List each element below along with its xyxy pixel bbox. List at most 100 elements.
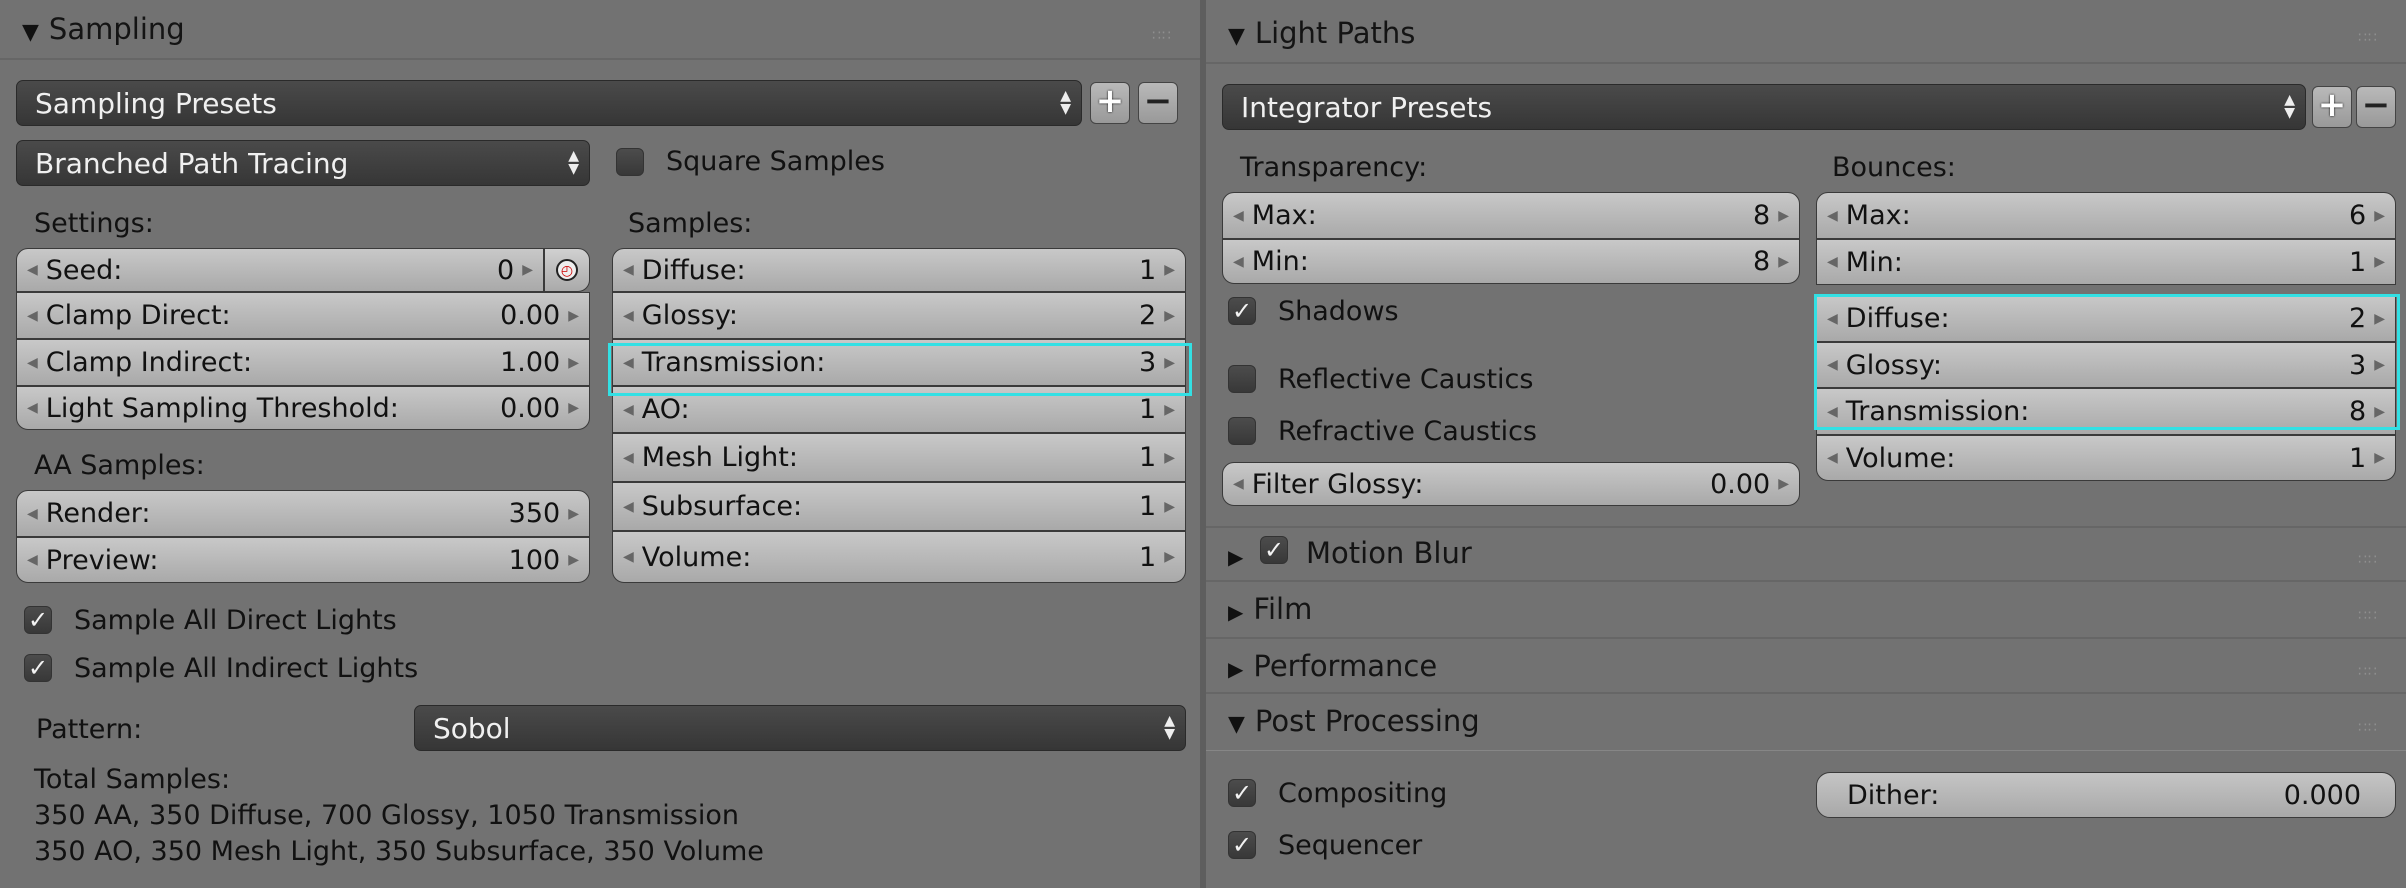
mesh-light-samples-field[interactable]: ◀ Mesh Light: 1 ▶: [612, 433, 1186, 482]
field-value: 1: [2349, 442, 2367, 474]
light-sampling-threshold-field[interactable]: ◀ Light Sampling Threshold: 0.00 ▶: [16, 386, 590, 430]
post-processing-panel-header[interactable]: ▼ Post Processing: [1228, 704, 1480, 738]
increment-arrow-icon[interactable]: ▶: [1778, 254, 1789, 270]
sample-all-indirect-checkbox[interactable]: ✓: [24, 654, 52, 682]
clamp-direct-field[interactable]: ◀ Clamp Direct: 0.00 ▶: [16, 292, 590, 339]
compositing-checkbox[interactable]: ✓: [1228, 779, 1256, 807]
decrement-arrow-icon[interactable]: ◀: [27, 400, 38, 416]
expand-triangle-icon: ▼: [1228, 712, 1245, 737]
decrement-arrow-icon[interactable]: ◀: [1233, 254, 1244, 270]
add-preset-button[interactable]: +: [2312, 86, 2352, 128]
decrement-arrow-icon[interactable]: ◀: [623, 262, 634, 278]
add-preset-button[interactable]: +: [1090, 82, 1130, 124]
aa-preview-field[interactable]: ◀ Preview: 100 ▶: [16, 537, 590, 583]
collapse-triangle-icon: ▶: [1228, 545, 1244, 569]
volume-samples-field[interactable]: ◀ Volume: 1 ▶: [612, 531, 1186, 583]
transparency-min-field[interactable]: ◀ Min: 8 ▶: [1222, 239, 1800, 284]
sequencer-label: Sequencer: [1278, 830, 1423, 861]
drag-grip-icon[interactable]: ∷∷: [1152, 28, 1172, 44]
increment-arrow-icon[interactable]: ▶: [1164, 499, 1175, 515]
sampling-presets-menu[interactable]: Sampling Presets ▲ ▼: [16, 80, 1082, 126]
square-samples-checkbox[interactable]: [616, 148, 644, 176]
field-name: Mesh Light:: [641, 442, 798, 473]
bounces-max-field[interactable]: ◀ Max: 6 ▶: [1816, 192, 2396, 239]
increment-arrow-icon[interactable]: ▶: [568, 355, 579, 371]
aa-render-field[interactable]: ◀ Render: 350 ▶: [16, 490, 590, 537]
decrement-arrow-icon[interactable]: ◀: [623, 308, 634, 324]
field-value: 2: [1139, 300, 1157, 331]
drag-grip-icon[interactable]: ∷∷: [2358, 552, 2378, 568]
bounces-volume-field[interactable]: ◀ Volume: 1 ▶: [1816, 435, 2396, 481]
presets-label: Integrator Presets: [1241, 90, 1493, 124]
bounces-min-field[interactable]: ◀ Min: 1 ▶: [1816, 239, 2396, 285]
field-value: 1: [1139, 254, 1157, 286]
sampling-panel-header[interactable]: ▼ Sampling: [22, 12, 185, 46]
sample-all-direct-checkbox[interactable]: ✓: [24, 606, 52, 634]
increment-arrow-icon[interactable]: ▶: [1164, 450, 1175, 466]
field-value: 0.000: [2283, 779, 2361, 811]
increment-arrow-icon[interactable]: ▶: [568, 400, 579, 416]
field-name: Filter Glossy:: [1251, 468, 1424, 500]
decrement-arrow-icon[interactable]: ◀: [27, 262, 38, 278]
drag-grip-icon[interactable]: ∷∷: [2358, 608, 2378, 624]
decrement-arrow-icon[interactable]: ◀: [1827, 450, 1838, 466]
motion-blur-checkbox[interactable]: ✓: [1260, 536, 1288, 564]
diffuse-samples-field[interactable]: ◀ Diffuse: 1 ▶: [612, 248, 1186, 292]
filter-glossy-field[interactable]: ◀ Filter Glossy: 0.00 ▶: [1222, 462, 1800, 506]
clamp-indirect-field[interactable]: ◀ Clamp Indirect: 1.00 ▶: [16, 339, 590, 386]
increment-arrow-icon[interactable]: ▶: [2374, 254, 2385, 270]
seed-field[interactable]: ◀ Seed: 0 ▶: [16, 248, 544, 292]
decrement-arrow-icon[interactable]: ◀: [623, 499, 634, 515]
increment-arrow-icon[interactable]: ▶: [1778, 476, 1789, 492]
field-name: Min:: [1845, 246, 1903, 278]
increment-arrow-icon[interactable]: ▶: [1164, 402, 1175, 418]
increment-arrow-icon[interactable]: ▶: [568, 552, 579, 568]
reflective-caustics-checkbox[interactable]: [1228, 365, 1256, 393]
performance-panel-header[interactable]: ▶ Performance: [1228, 649, 1437, 683]
motion-blur-panel-header[interactable]: ▶: [1228, 537, 1253, 571]
decrement-arrow-icon[interactable]: ◀: [1233, 476, 1244, 492]
field-name: Min:: [1251, 246, 1309, 277]
pattern-dropdown[interactable]: Sobol ▲ ▼: [414, 705, 1186, 751]
dither-slider[interactable]: Dither: 0.000: [1816, 772, 2396, 818]
panel-separator: [1206, 692, 2406, 694]
panel-separator: [1206, 637, 2406, 639]
increment-arrow-icon[interactable]: ▶: [568, 308, 579, 324]
drag-grip-icon[interactable]: ∷∷: [2358, 30, 2378, 46]
subsurface-samples-field[interactable]: ◀ Subsurface: 1 ▶: [612, 482, 1186, 531]
decrement-arrow-icon[interactable]: ◀: [27, 308, 38, 324]
increment-arrow-icon[interactable]: ▶: [522, 262, 533, 278]
transparency-max-field[interactable]: ◀ Max: 8 ▶: [1222, 192, 1800, 239]
decrement-arrow-icon[interactable]: ◀: [623, 450, 634, 466]
decrement-arrow-icon[interactable]: ◀: [27, 355, 38, 371]
drag-grip-icon[interactable]: ∷∷: [2358, 664, 2378, 680]
decrement-arrow-icon[interactable]: ◀: [27, 552, 38, 568]
remove-preset-button[interactable]: −: [2356, 86, 2396, 128]
increment-arrow-icon[interactable]: ▶: [1164, 308, 1175, 324]
integrator-presets-menu[interactable]: Integrator Presets ▲ ▼: [1222, 84, 2306, 130]
increment-arrow-icon[interactable]: ▶: [1164, 262, 1175, 278]
glossy-samples-field[interactable]: ◀ Glossy: 2 ▶: [612, 292, 1186, 339]
compositing-label: Compositing: [1278, 778, 1448, 809]
seed-timer-button[interactable]: ◴: [544, 248, 590, 292]
decrement-arrow-icon[interactable]: ◀: [27, 506, 38, 522]
refractive-caustics-checkbox[interactable]: [1228, 417, 1256, 445]
decrement-arrow-icon[interactable]: ◀: [1827, 208, 1838, 224]
decrement-arrow-icon[interactable]: ◀: [1233, 208, 1244, 224]
drag-grip-icon[interactable]: ∷∷: [2358, 720, 2378, 736]
remove-preset-button[interactable]: −: [1138, 82, 1178, 124]
increment-arrow-icon[interactable]: ▶: [568, 506, 579, 522]
light-paths-panel-header[interactable]: ▼ Light Paths: [1228, 16, 1415, 50]
film-panel-header[interactable]: ▶ Film: [1228, 592, 1312, 626]
shadows-checkbox[interactable]: ✓: [1228, 297, 1256, 325]
decrement-arrow-icon[interactable]: ◀: [623, 402, 634, 418]
integrator-dropdown[interactable]: Branched Path Tracing ▲ ▼: [16, 140, 590, 186]
sequencer-checkbox[interactable]: ✓: [1228, 831, 1256, 859]
decrement-arrow-icon[interactable]: ◀: [623, 549, 634, 565]
increment-arrow-icon[interactable]: ▶: [2374, 208, 2385, 224]
updown-arrows-icon: ▲ ▼: [1164, 713, 1175, 742]
increment-arrow-icon[interactable]: ▶: [1164, 549, 1175, 565]
increment-arrow-icon[interactable]: ▶: [2374, 450, 2385, 466]
decrement-arrow-icon[interactable]: ◀: [1827, 254, 1838, 270]
increment-arrow-icon[interactable]: ▶: [1778, 208, 1789, 224]
